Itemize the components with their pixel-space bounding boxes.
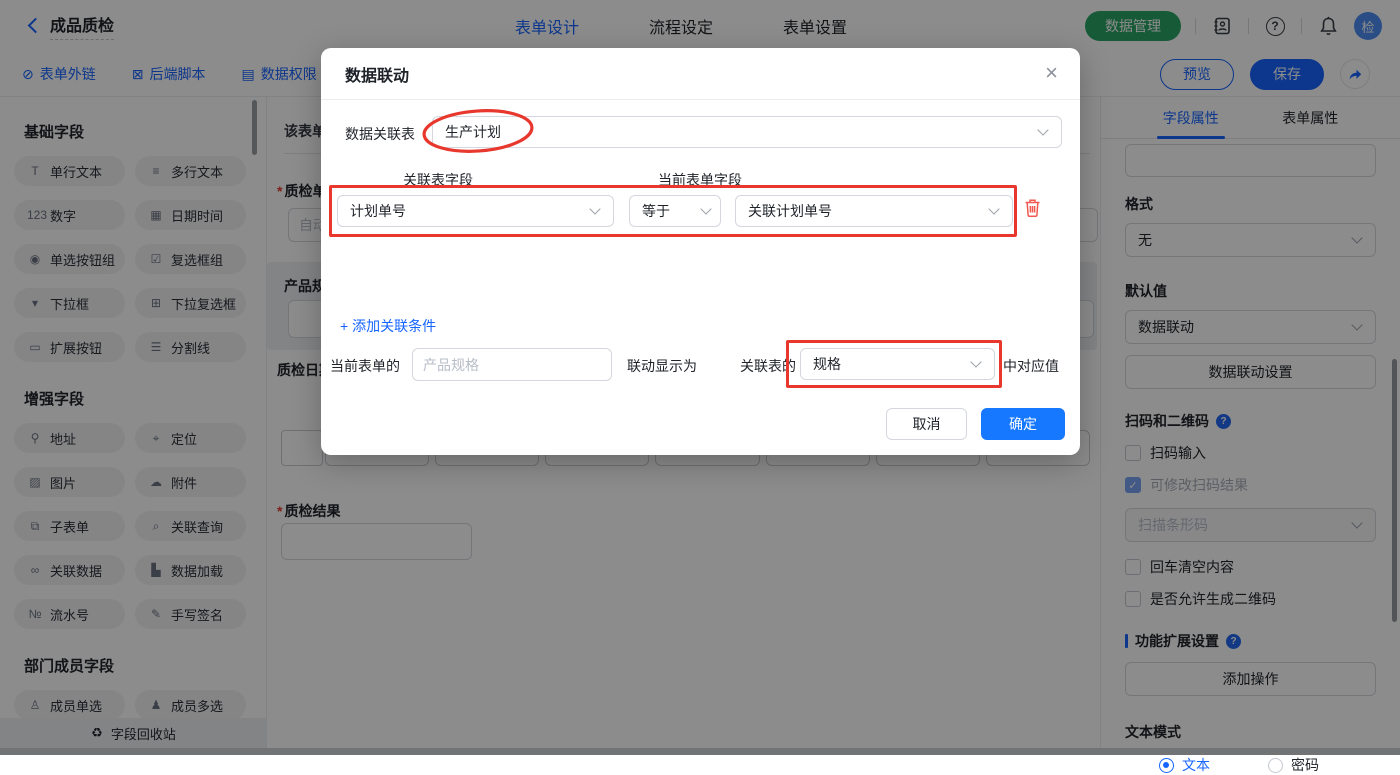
delete-condition-icon[interactable] [1024,198,1041,222]
current-field-input[interactable] [412,348,612,381]
radio-icon [1268,758,1283,773]
modal-title: 数据联动 [345,62,409,86]
chevron-down-icon [970,356,981,367]
modal-header: 数据联动 × [321,48,1080,100]
condition-left-select[interactable]: 计划单号 [337,195,614,227]
confirm-button[interactable]: 确定 [981,408,1065,440]
rel-table-of-label: 关联表的 [740,356,796,376]
suffix-label: 中对应值 [1003,356,1059,376]
col-left-header: 关联表字段 [403,170,473,190]
chevron-down-icon [988,203,999,214]
chevron-down-icon [1037,124,1048,135]
current-form-label: 当前表单的 [330,356,400,376]
radio-text[interactable]: 文本 [1159,755,1210,775]
data-linkage-modal: 数据联动 × 数据关联表 生产计划 关联表字段 当前表单字段 计划单号 等于 关… [321,48,1080,455]
add-condition-link[interactable]: + 添加关联条件 [340,316,436,336]
condition-right-select[interactable]: 关联计划单号 [735,195,1013,227]
close-icon[interactable]: × [1045,62,1058,84]
radio-icon [1159,758,1174,773]
chevron-down-icon [700,203,711,214]
condition-op-select[interactable]: 等于 [629,195,721,227]
cancel-button[interactable]: 取消 [886,408,967,440]
rel-field-select[interactable]: 规格 [800,348,995,380]
rel-table-label: 数据关联表 [345,124,415,144]
radio-password[interactable]: 密码 [1268,755,1319,775]
link-display-label: 联动显示为 [627,356,697,376]
rel-table-select[interactable]: 生产计划 [432,116,1062,148]
col-right-header: 当前表单字段 [658,170,742,190]
text-mode-radios: 文本 密码 [1159,755,1376,775]
chevron-down-icon [589,203,600,214]
